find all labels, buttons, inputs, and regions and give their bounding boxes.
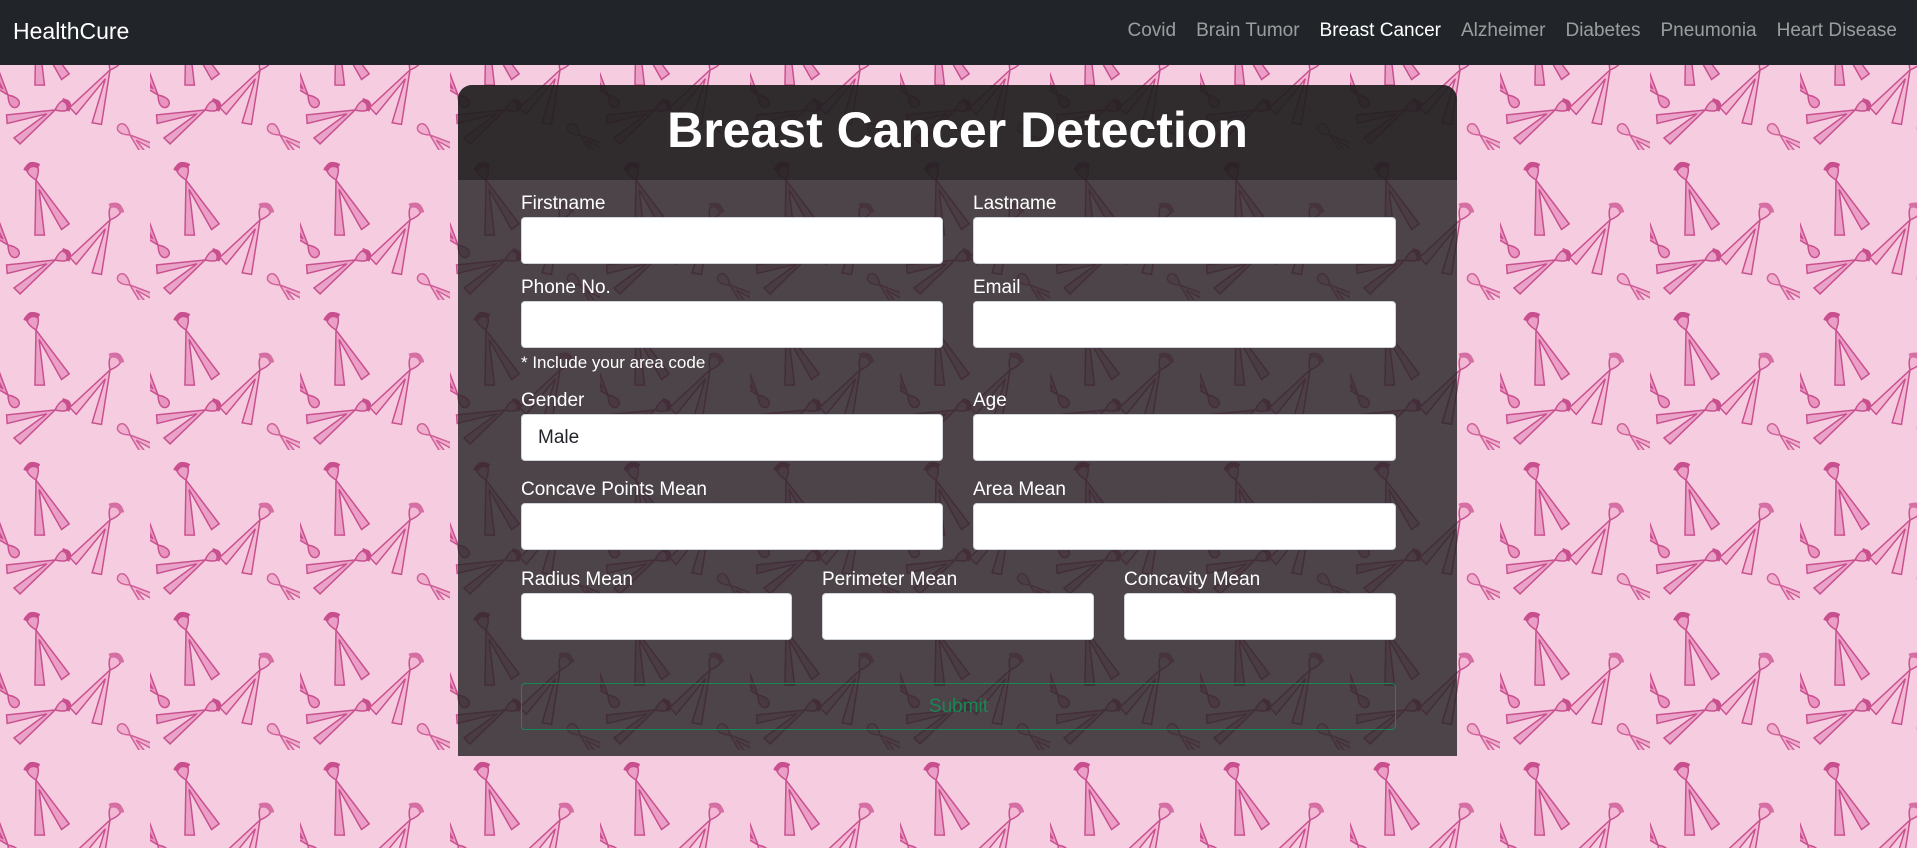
detection-form-card: Breast Cancer Detection Firstname Lastna… — [458, 85, 1457, 756]
phone-help-text: * Include your area code — [521, 353, 706, 372]
nav-link-covid[interactable]: Covid — [1117, 0, 1186, 65]
nav-link-breast-cancer[interactable]: Breast Cancer — [1310, 0, 1451, 65]
concave-points-mean-input[interactable] — [521, 503, 943, 550]
nav-links: Covid Brain Tumor Breast Cancer Alzheime… — [1117, 0, 1907, 65]
submit-button[interactable]: Submit — [521, 683, 1396, 730]
area-mean-input[interactable] — [973, 503, 1396, 550]
nav-link-pneumonia[interactable]: Pneumonia — [1650, 0, 1766, 65]
top-navbar: HealthCure Covid Brain Tumor Breast Canc… — [0, 0, 1917, 65]
email-input[interactable] — [973, 301, 1396, 348]
lastname-label: Lastname — [973, 193, 1057, 214]
concavity-mean-input[interactable] — [1124, 593, 1396, 640]
concave-points-mean-label: Concave Points Mean — [521, 479, 707, 500]
radius-mean-label: Radius Mean — [521, 569, 633, 590]
brand-logo-link[interactable]: HealthCure — [13, 0, 129, 65]
nav-link-brain-tumor[interactable]: Brain Tumor — [1186, 0, 1309, 65]
phone-input[interactable] — [521, 301, 943, 348]
nav-link-diabetes[interactable]: Diabetes — [1555, 0, 1650, 65]
firstname-label: Firstname — [521, 193, 606, 214]
perimeter-mean-input[interactable] — [822, 593, 1094, 640]
area-mean-label: Area Mean — [973, 479, 1066, 500]
age-label: Age — [973, 390, 1007, 411]
perimeter-mean-label: Perimeter Mean — [822, 569, 958, 590]
email-label: Email — [973, 277, 1021, 298]
radius-mean-input[interactable] — [521, 593, 792, 640]
card-header: Breast Cancer Detection — [458, 85, 1457, 180]
nav-link-alzheimer[interactable]: Alzheimer — [1451, 0, 1555, 65]
phone-label: Phone No. — [521, 277, 611, 298]
page-title: Breast Cancer Detection — [667, 102, 1248, 158]
age-input[interactable] — [973, 414, 1396, 461]
concavity-mean-label: Concavity Mean — [1124, 569, 1261, 590]
lastname-input[interactable] — [973, 217, 1396, 264]
gender-input[interactable] — [521, 414, 943, 461]
firstname-input[interactable] — [521, 217, 943, 264]
nav-link-heart-disease[interactable]: Heart Disease — [1767, 0, 1907, 65]
gender-label: Gender — [521, 390, 585, 411]
